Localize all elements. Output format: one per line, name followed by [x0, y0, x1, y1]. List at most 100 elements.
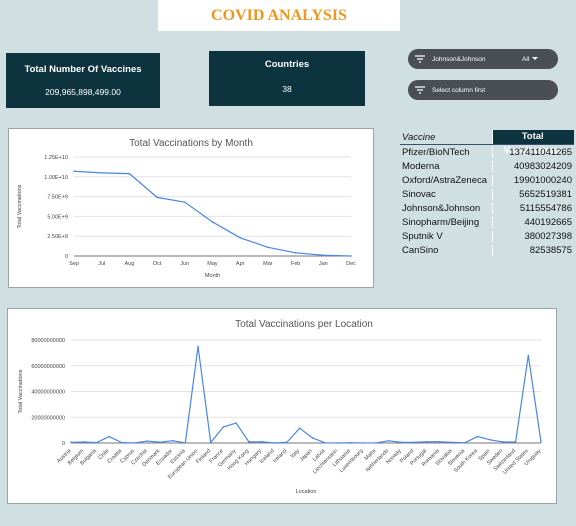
kpi-countries-value: 38 — [282, 84, 292, 94]
data-point — [197, 345, 199, 348]
x-tick-label: Oct — [153, 261, 162, 267]
vaccinations-by-month-chart: Total Vaccinations by Month 0 2.50E+9 5.00E… — [17, 138, 356, 279]
table-cell-total: 40983024209 — [492, 160, 574, 172]
app-title: COVID ANALYSIS — [211, 6, 347, 24]
data-point — [502, 441, 504, 443]
y-tick-label: 0 — [62, 441, 65, 447]
chart-panel-location: Total Vaccinations per Location 0 20000000… — [7, 308, 557, 504]
data-point — [235, 422, 237, 424]
vaccine-table: Vaccine Total Vaccinations Pfizer/BioNTe… — [400, 130, 574, 257]
x-axis-label: Month — [205, 273, 220, 279]
table-cell-total: 19901000240 — [492, 174, 574, 186]
x-tick-label: Aug — [125, 261, 135, 267]
table-row: Johnson&Johnson 5115554786 — [400, 201, 574, 215]
table-header-total[interactable]: Total Vaccinations — [492, 130, 574, 156]
data-point — [100, 172, 103, 174]
data-point — [121, 441, 123, 444]
data-point — [451, 441, 453, 444]
kpi-total-vaccines: Total Number Of Vaccines 209,965,898,499… — [6, 53, 160, 108]
data-point — [438, 440, 441, 443]
table-cell-vaccine: Oxford/AstraZeneca — [402, 174, 488, 186]
data-point — [267, 246, 269, 249]
data-point — [375, 442, 377, 444]
data-point — [273, 442, 276, 444]
table-cell-total: 137411041265 — [492, 146, 574, 158]
x-tick-label: Jan — [319, 261, 328, 267]
kpi-total-vaccines-label: Total Number Of Vaccines — [24, 64, 142, 75]
table-cell-vaccine: Sinopharm/Beijing — [402, 216, 480, 228]
x-tick-label: Apr — [236, 261, 245, 267]
data-point — [184, 442, 187, 444]
x-tick-label: Jul — [98, 261, 105, 267]
data-point — [527, 354, 530, 357]
kpi-total-vaccines-value: 209,965,898,499.00 — [45, 87, 121, 97]
table-row: Moderna 40983024209 — [400, 159, 574, 173]
table-cell-vaccine: Pfizer/BioNTech — [402, 146, 470, 158]
data-point — [514, 441, 517, 443]
data-point — [336, 442, 339, 444]
vaccine-filter-chip[interactable]: Johnson&Johnson All — [408, 49, 558, 69]
y-tick-label: 60000000000 — [31, 364, 65, 370]
x-tick-label: Sep — [69, 261, 79, 267]
vaccinations-per-location-chart: Total Vaccinations per Location 0 20000000… — [18, 319, 543, 495]
y-tick-label: 1.00E+10 — [44, 175, 68, 181]
data-point — [159, 441, 161, 444]
vaccine-filter-label: Johnson&Johnson — [432, 55, 486, 63]
chart-title: Total Vaccinations by Month — [129, 138, 253, 149]
data-point — [73, 170, 75, 173]
data-point — [184, 201, 186, 203]
chevron-down-icon — [532, 56, 539, 63]
table-row: Sinopharm/Beijing 440192665 — [400, 215, 574, 229]
x-tick-label: Feb — [291, 261, 300, 267]
vaccine-filter-value: All — [522, 55, 530, 63]
data-point — [387, 440, 390, 442]
y-axis-label: Total Vaccinations — [18, 369, 24, 413]
data-point — [350, 255, 352, 257]
table-row: Sinovac 5652519381 — [400, 187, 574, 201]
table-header-vaccine[interactable]: Vaccine — [400, 132, 492, 143]
x-tick-label: Mar — [263, 261, 273, 267]
y-tick-label: 5.00E+9 — [47, 214, 68, 220]
data-point — [540, 441, 542, 443]
y-tick-label: 80000000000 — [31, 338, 65, 344]
data-point — [128, 172, 131, 175]
table-row: CanSino 82538575 — [400, 243, 574, 257]
data-point — [324, 442, 326, 444]
data-point — [298, 427, 301, 429]
x-tick-label: Jun — [180, 261, 189, 267]
table-row: Oxford/AstraZeneca 19901000240 — [400, 173, 574, 187]
y-tick-label: 7.50E+9 — [47, 195, 68, 201]
y-tick-label: 2.50E+9 — [47, 234, 68, 240]
x-tick-label: Japan — [299, 448, 314, 463]
table-cell-total: 440192665 — [492, 216, 574, 228]
data-point — [95, 441, 98, 444]
data-point — [211, 221, 214, 223]
y-axis-label: Total Vaccinations — [17, 184, 23, 228]
y-tick-label: 20000000000 — [31, 415, 65, 421]
data-point — [413, 441, 415, 444]
data-point — [294, 252, 297, 254]
data-point — [222, 426, 225, 428]
table-cell-vaccine: Moderna — [402, 160, 440, 172]
column-filter-chip[interactable]: Select column first — [408, 80, 558, 100]
table-row: Pfizer/BioNTech 137411041265 — [400, 145, 574, 159]
data-point — [311, 437, 314, 439]
y-tick-label: 1.25E+10 — [44, 155, 68, 161]
filter-icon — [408, 86, 432, 94]
table-cell-vaccine: Sinovac — [402, 188, 436, 200]
series-line — [73, 170, 352, 257]
data-point — [70, 441, 72, 444]
kpi-countries-label: Countries — [264, 59, 310, 70]
series-line — [70, 346, 542, 444]
data-point — [248, 441, 250, 443]
app-title-box: COVID ANALYSIS — [158, 0, 400, 31]
data-point — [171, 439, 174, 442]
table-cell-vaccine: CanSino — [402, 244, 439, 256]
data-point — [322, 254, 325, 257]
table-cell-total: 5652519381 — [492, 188, 574, 200]
table-cell-total: 82538575 — [492, 244, 574, 256]
table-cell-total: 5115554786 — [492, 202, 574, 214]
x-tick-label: Dec — [346, 261, 356, 267]
data-point — [463, 441, 466, 444]
x-axis-label: Location — [296, 489, 317, 495]
